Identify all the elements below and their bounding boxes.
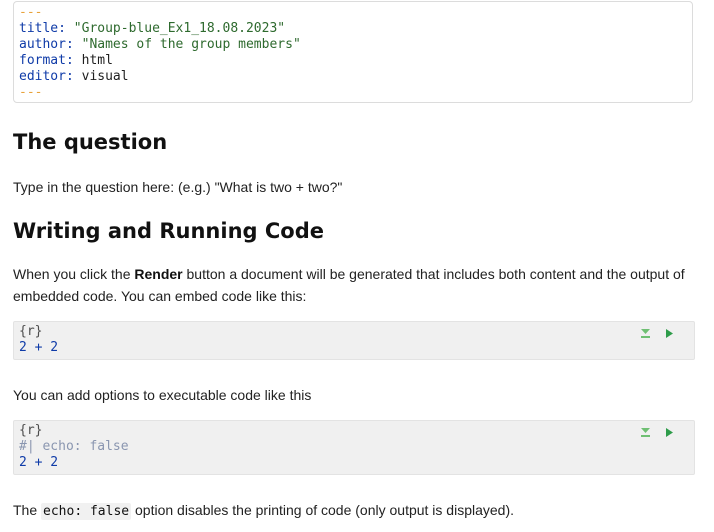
yaml-value: visual [81,69,129,84]
yaml-field-format: format: html [19,53,113,68]
chunk-code-line: 2 + 2 [19,455,59,470]
yaml-key: editor [19,69,66,84]
footer-text-before: The [13,502,42,518]
chunk-header: {r} [19,324,43,339]
chunk-code-line: 2 + 2 [19,340,59,355]
yaml-field-title: title: "Group-blue_Ex1_18.08.2023" [19,21,286,36]
intro-paragraph[interactable]: When you click the Render button a docum… [13,263,693,307]
inline-code-echo-false: echo: false [41,503,132,520]
heading-writing-running-code: Writing and Running Code [13,219,324,243]
chunk-toolbar [640,427,674,438]
code-chunk-2[interactable]: {r} #| echo: false 2 + 2 [13,420,695,475]
yaml-key: format [19,53,66,68]
chunk-comment-line: #| echo: false [19,439,129,454]
render-bold-text: Render [134,266,183,282]
heading-the-question: The question [13,130,168,154]
code-chunk-1[interactable]: {r} 2 + 2 [13,321,695,360]
yaml-field-editor: editor: visual [19,69,129,84]
yaml-open-dashes: --- [19,5,43,20]
yaml-close-dashes: --- [19,85,43,100]
chunk-header: {r} [19,423,43,438]
yaml-key: author [19,37,66,52]
footer-paragraph[interactable]: The echo: false option disables the prin… [13,499,693,523]
yaml-key: title [19,21,59,36]
footer-text-after: option disables the printing of code (on… [131,502,515,518]
run-chunk-icon[interactable] [665,427,674,438]
question-text[interactable]: Type in the question here: (e.g.) "What … [13,176,693,198]
run-above-icon[interactable] [640,427,651,438]
yaml-value: html [81,53,113,68]
yaml-value: "Names of the group members" [81,37,301,52]
chunk-toolbar [640,328,674,339]
options-paragraph[interactable]: You can add options to executable code l… [13,384,693,406]
yaml-front-matter[interactable]: --- title: "Group-blue_Ex1_18.08.2023" a… [13,1,693,103]
yaml-value: "Group-blue_Ex1_18.08.2023" [73,21,286,36]
run-chunk-icon[interactable] [665,328,674,339]
intro-text-before: When you click the [13,266,135,282]
run-above-icon[interactable] [640,328,651,339]
yaml-field-author: author: "Names of the group members" [19,37,301,52]
